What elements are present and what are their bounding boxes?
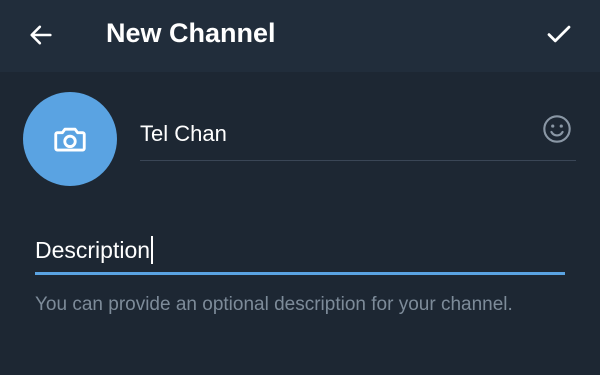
channel-name-field — [140, 112, 576, 161]
smile-icon — [543, 115, 571, 143]
app-header: New Channel — [0, 0, 600, 72]
emoji-button[interactable] — [540, 112, 574, 146]
text-cursor — [151, 236, 154, 264]
camera-icon — [54, 127, 86, 152]
channel-photo-button[interactable] — [23, 92, 117, 186]
description-field[interactable]: Description — [35, 228, 565, 275]
new-channel-screen: New Channel Description You can pro — [0, 0, 600, 375]
back-button[interactable] — [24, 18, 58, 52]
description-hint: You can provide an optional description … — [35, 294, 513, 315]
channel-name-input[interactable] — [140, 118, 520, 150]
description-input[interactable]: Description — [35, 234, 154, 266]
check-icon — [547, 25, 571, 43]
arrow-left-icon — [30, 25, 52, 45]
done-button[interactable] — [542, 17, 576, 51]
page-title: New Channel — [106, 18, 276, 48]
description-text: Description — [35, 237, 151, 263]
